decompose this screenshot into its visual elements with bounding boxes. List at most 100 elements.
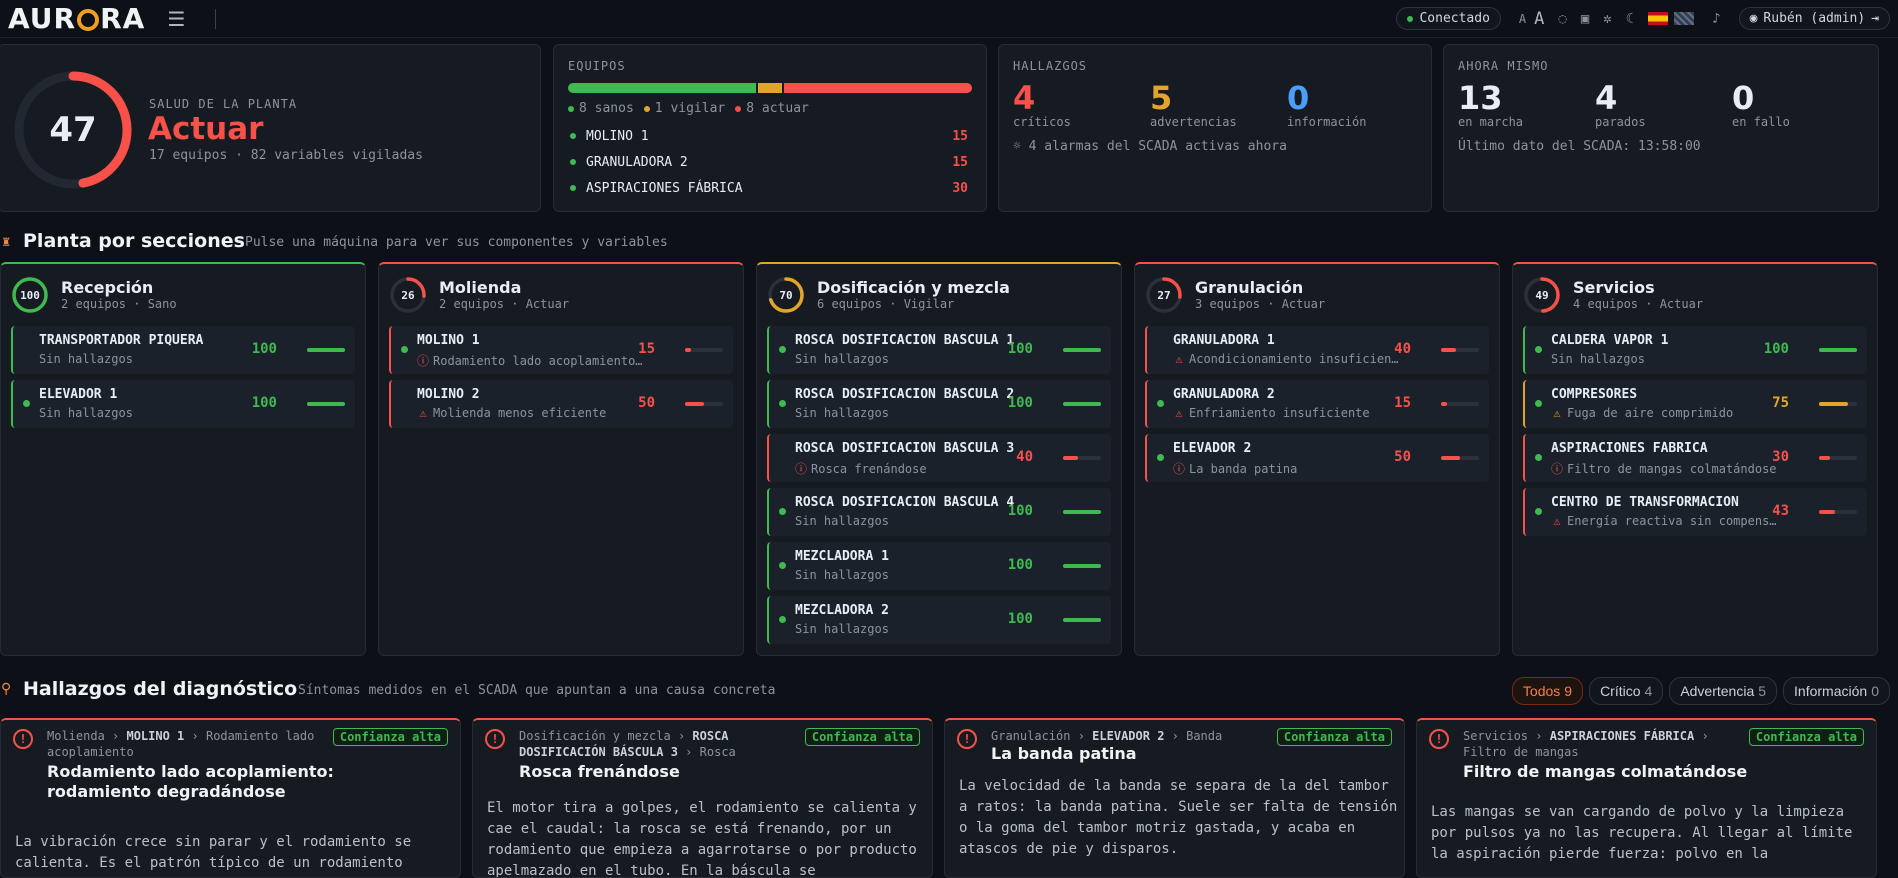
equipment-card[interactable]: ELEVADOR 2 ⓘ La banda patina 50 xyxy=(1145,434,1489,482)
font-smaller-button[interactable]: A xyxy=(1519,12,1526,26)
equipment-name: CALDERA VAPOR 1 xyxy=(1551,333,1669,348)
equipment-legend: 8 sanos 1 vigilar 8 actuar xyxy=(568,101,809,116)
flag-es-icon[interactable] xyxy=(1648,12,1669,25)
equipment-score-bar xyxy=(307,402,345,406)
equipment-card[interactable]: ROSCA DOSIFICACIÓN BÁSCULA 3 ⓘ Rosca frená… xyxy=(767,434,1111,482)
info-count[interactable]: 0 información xyxy=(1287,81,1366,129)
filter-warning[interactable]: Advertencia 5 xyxy=(1669,677,1778,705)
running-dot xyxy=(1535,346,1542,353)
equipment-score-bar xyxy=(1063,456,1101,460)
font-larger-button[interactable]: A xyxy=(1534,9,1544,29)
equipment-card[interactable]: GRANULADORA 2 ⚠ Enfriamiento insuficiente 1… xyxy=(1145,380,1489,428)
equipment-card[interactable]: CALDERA VAPOR 1 Sin hallazgos 100 xyxy=(1523,326,1867,374)
section-score: 70 xyxy=(779,288,793,302)
equipment-score: 100 xyxy=(1763,341,1789,357)
breadcrumb-section[interactable]: Granulación xyxy=(991,729,1070,743)
health-summary: 17 equipos · 82 variables vigiladas xyxy=(149,148,423,163)
equipment-card[interactable]: ROSCA DOSIFICACIÓN BÁSCULA 2 Sin hallazgo… xyxy=(767,380,1111,428)
breadcrumb-component[interactable]: Banda xyxy=(1186,729,1222,743)
filter-info[interactable]: Información 0 xyxy=(1783,677,1890,705)
running-dot xyxy=(1157,454,1164,461)
health-score: 47 xyxy=(49,110,97,150)
bug-icon[interactable]: ✲ xyxy=(1603,11,1611,27)
alert-circle-icon: ⓘ xyxy=(1551,462,1564,476)
section-meta: 4 equipos · Actuar xyxy=(1573,297,1704,311)
equipment-name: ASPIRACIONES FÁBRICA xyxy=(1551,441,1708,456)
section-meta: 2 equipos · Actuar xyxy=(439,297,570,311)
equipment-card[interactable]: COMPRESORES ⚠ Fuga de aire comprimido 75 xyxy=(1523,380,1867,428)
section-name: Molienda xyxy=(439,278,522,297)
equipment-card[interactable]: TRANSPORTADOR PIQUERA Sin hallazgos 100 xyxy=(11,326,355,374)
breadcrumb-machine[interactable]: ASPIRACIONES FÁBRICA xyxy=(1550,729,1695,743)
warning-triangle-icon: ⚠ xyxy=(1175,352,1183,366)
equipment-card[interactable]: ELEVADOR 1 Sin hallazgos 100 xyxy=(11,380,355,428)
equipment-card[interactable]: ROSCA DOSIFICACIÓN BÁSCULA 4 Sin hallazgo… xyxy=(767,488,1111,536)
equipment-score: 100 xyxy=(1007,503,1033,519)
logout-icon[interactable]: ⇥ xyxy=(1871,11,1879,26)
search-icon: ⚲ xyxy=(1,681,12,697)
flag-uk-icon[interactable] xyxy=(1674,12,1695,25)
legend-watch: 1 vigilar xyxy=(643,101,725,116)
critical-count[interactable]: 4 críticos xyxy=(1013,81,1071,129)
app-logo[interactable]: AUR RA xyxy=(8,2,145,35)
legend-act: 8 actuar xyxy=(735,101,809,116)
section-header[interactable]: 70 Dosificación y mezcla 6 equipos · Vigil… xyxy=(767,276,1010,314)
section-header[interactable]: 27 Granulación 3 equipos · Actuar xyxy=(1145,276,1325,314)
equipment-card[interactable]: ROSCA DOSIFICACIÓN BÁSCULA 1 Sin hallazgo… xyxy=(767,326,1111,374)
equipment-score-bar xyxy=(307,348,345,352)
section-score-ring: 49 xyxy=(1523,276,1561,314)
equipment-score: 43 xyxy=(1772,503,1789,519)
equipment-score: 100 xyxy=(251,341,277,357)
section-score: 26 xyxy=(401,288,415,302)
confidence-badge: Confianza alta xyxy=(332,728,448,746)
section-header[interactable]: 49 Servicios 4 equipos · Actuar xyxy=(1523,276,1703,314)
image-off-icon[interactable]: ▣ xyxy=(1581,11,1589,27)
connection-status: Conectado xyxy=(1396,7,1501,30)
filter-all[interactable]: Todos 9 xyxy=(1511,677,1584,705)
finding-card[interactable]: ! Dosificación y mezcla › ROSCA DOSIFICAC… xyxy=(472,718,933,878)
finding-card[interactable]: ! Granulación › ELEVADOR 2 › Banda Confian… xyxy=(944,718,1405,878)
section-header[interactable]: 100 Recepción 2 equipos · Sano xyxy=(11,276,177,314)
section-card: 27 Granulación 3 equipos · Actuar GRANULADO… xyxy=(1134,262,1500,656)
user-menu[interactable]: ◉ Rubén (admin) ⇥ xyxy=(1738,7,1890,30)
eye-off-icon[interactable]: ◌ xyxy=(1558,11,1566,27)
now-panel: AHORA MISMO 13 en marcha 4 parados 0 en fal… xyxy=(1443,44,1879,212)
warning-count[interactable]: 5 advertencias xyxy=(1150,81,1237,129)
running-dot xyxy=(1535,454,1542,461)
top-equipment-item[interactable]: ASPIRACIONES FÁBRICA 30 xyxy=(570,175,968,201)
breadcrumb-component[interactable]: Rosca xyxy=(700,745,736,759)
warning-triangle-icon: ⚠ xyxy=(1175,406,1183,420)
bell-icon[interactable]: ♪ xyxy=(1712,11,1720,27)
equipment-card[interactable]: CENTRO DE TRANSFORMACIÓN ⚠ Energía reactiv… xyxy=(1523,488,1867,536)
equipment-card[interactable]: ASPIRACIONES FÁBRICA ⓘ Filtro de mangas co… xyxy=(1523,434,1867,482)
equipment-card[interactable]: MEZCLADORA 2 Sin hallazgos 100 xyxy=(767,596,1111,644)
warning-triangle-icon: ⚠ xyxy=(419,406,427,420)
breadcrumb-machine[interactable]: MOLINO 1 xyxy=(126,729,184,743)
equipment-name: MEZCLADORA 1 xyxy=(795,549,889,564)
menu-icon[interactable]: ☰ xyxy=(167,7,185,31)
breadcrumb-component[interactable]: Filtro de mangas xyxy=(1463,745,1579,759)
factory-icon: ♜ xyxy=(2,234,11,250)
top-equipment-item[interactable]: MOLINO 1 15 xyxy=(570,123,968,149)
moon-icon[interactable]: ☾ xyxy=(1626,11,1634,27)
section-score: 27 xyxy=(1157,288,1171,302)
bar-watch xyxy=(758,83,782,93)
equipment-card[interactable]: MEZCLADORA 1 Sin hallazgos 100 xyxy=(767,542,1111,590)
finding-card[interactable]: ! Servicios › ASPIRACIONES FÁBRICA › Filt… xyxy=(1416,718,1877,878)
equipment-status-line: Sin hallazgos xyxy=(795,622,1025,636)
breadcrumb-machine[interactable]: ELEVADOR 2 xyxy=(1092,729,1164,743)
breadcrumb-section[interactable]: Molienda xyxy=(47,729,105,743)
top-equipment-item[interactable]: GRANULADORA 2 15 xyxy=(570,149,968,175)
critical-icon: ! xyxy=(485,729,505,749)
equipment-card[interactable]: MOLINO 2 ⚠ Molienda menos eficiente 50 xyxy=(389,380,733,428)
logo-text-end: RA xyxy=(100,2,146,35)
findings-title: Hallazgos del diagnóstico xyxy=(23,678,298,700)
finding-card[interactable]: ! Molienda › MOLINO 1 › Rodamiento lado a… xyxy=(0,718,461,878)
section-header[interactable]: 26 Molienda 2 equipos · Actuar xyxy=(389,276,569,314)
equipment-card[interactable]: GRANULADORA 1 ⚠ Acondicionamiento insufici… xyxy=(1145,326,1489,374)
equipment-status: La banda patina xyxy=(1189,462,1298,476)
filter-critical[interactable]: Crítico 4 xyxy=(1589,677,1664,705)
equipment-card[interactable]: MOLINO 1 ⓘRodamiento lado acoplamiento de… xyxy=(389,326,733,374)
breadcrumb-section[interactable]: Servicios xyxy=(1463,729,1528,743)
breadcrumb-section[interactable]: Dosificación y mezcla xyxy=(519,729,671,743)
